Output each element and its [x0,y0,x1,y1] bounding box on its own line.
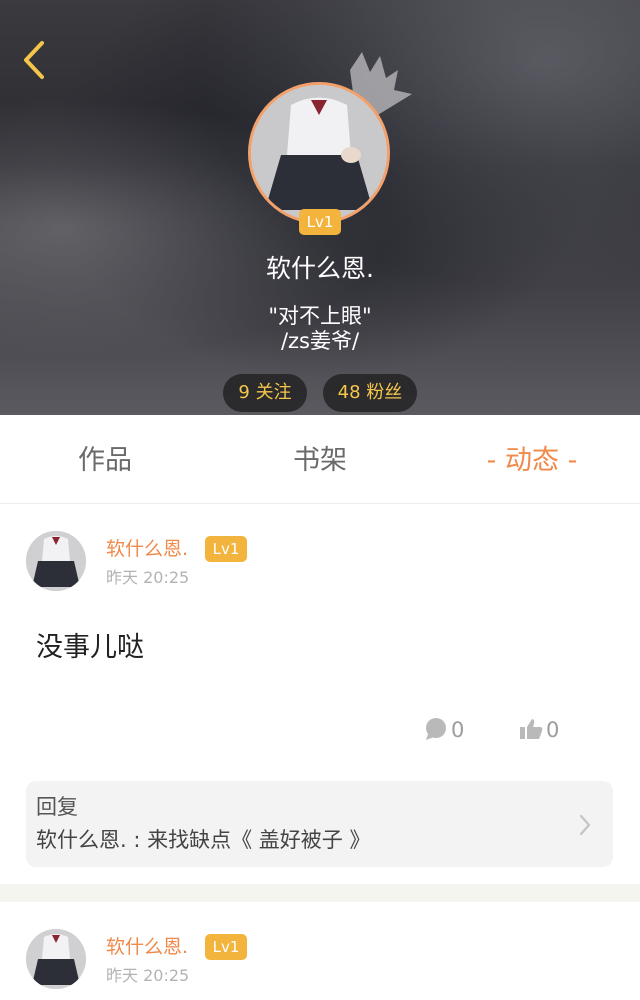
post-content: 没事儿哒 [36,632,144,663]
avatar-image [26,531,86,591]
tab-activity[interactable]: - 动态 - [462,415,602,503]
reply-box[interactable]: 回复 软什么恩. : 来找缺点《 盖好被子 》 [26,781,613,867]
reply-title: 回复 [36,795,78,819]
comment-button[interactable]: 0 [424,714,468,746]
post-time: 昨天 20:25 [106,568,190,587]
profile-username: 软什么恩. [266,254,374,283]
thumbs-up-icon [520,719,543,739]
comment-icon [426,718,446,740]
tab-bookshelf[interactable]: 书架 [255,415,385,503]
followers-count[interactable]: 48 粉丝 [323,374,417,412]
comment-count: 0 [451,718,465,742]
tab-works[interactable]: 作品 [40,415,170,503]
following-count[interactable]: 9 关注 [223,374,307,412]
post-level-badge: Lv1 [205,934,247,960]
avatar-image [251,85,387,221]
post-level-badge: Lv1 [205,536,247,562]
level-badge: Lv1 [299,209,341,235]
like-button[interactable]: 0 [519,714,563,746]
profile-bio: "对不上眼" /zs姜爷/ [0,304,640,354]
post-time: 昨天 20:25 [106,966,190,985]
post-separator [0,884,640,902]
profile-avatar[interactable] [248,82,390,224]
post-avatar[interactable] [26,531,86,591]
back-button[interactable] [18,38,58,82]
chevron-right-icon [579,814,591,836]
post-author[interactable]: 软什么恩. [106,934,188,960]
back-arrow-icon [24,41,44,79]
reply-text: 软什么恩. : 来找缺点《 盖好被子 》 [36,828,371,852]
like-count: 0 [546,718,560,742]
avatar-image [26,929,86,989]
profile-header: Lv1 软什么恩. "对不上眼" /zs姜爷/ 9 关注 48 粉丝 [0,0,640,415]
bio-line-2: /zs姜爷/ [280,329,360,353]
bio-line-1: "对不上眼" [268,304,372,328]
post-avatar[interactable] [26,929,86,989]
post-author[interactable]: 软什么恩. [106,536,188,562]
profile-tabs: 作品 书架 - 动态 - [0,415,640,504]
